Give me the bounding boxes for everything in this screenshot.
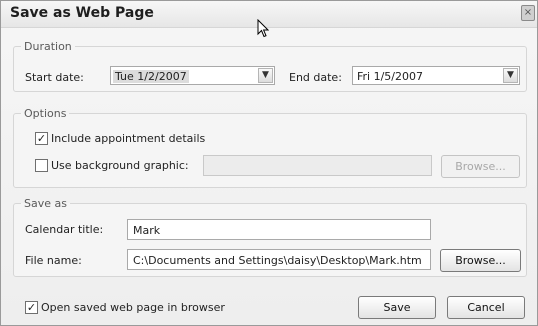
end-date-combo[interactable]: Fri 1/5/2007 ▼ (352, 66, 520, 85)
file-name-value: C:\Documents and Settings\daisy\Desktop\… (133, 254, 422, 267)
title-bar[interactable]: Save as Web Page × (1, 1, 537, 28)
end-date-label: End date: (289, 71, 342, 84)
file-browse-button[interactable]: Browse... (440, 249, 521, 272)
mouse-pointer-icon (257, 19, 269, 38)
background-graphic-path-field[interactable] (203, 155, 432, 176)
include-details-checkbox[interactable]: ✓ (35, 132, 48, 145)
file-name-input[interactable]: C:\Documents and Settings\daisy\Desktop\… (127, 249, 431, 270)
background-browse-button[interactable]: Browse... (441, 155, 520, 178)
calendar-title-input[interactable]: Mark (127, 219, 431, 240)
duration-legend: Duration (24, 40, 72, 53)
save-button[interactable]: Save (358, 296, 436, 319)
chevron-down-icon[interactable]: ▼ (258, 68, 273, 83)
start-date-label: Start date: (25, 71, 84, 84)
start-date-combo[interactable]: Tue 1/2/2007 ▼ (110, 66, 275, 85)
open-in-browser-label[interactable]: Open saved web page in browser (41, 301, 225, 314)
dialog-title: Save as Web Page (10, 5, 154, 21)
chevron-down-icon[interactable]: ▼ (503, 68, 518, 83)
save-as-web-page-dialog: Save as Web Page × Duration Start date: … (0, 0, 538, 326)
cancel-button[interactable]: Cancel (447, 296, 525, 319)
end-date-value: Fri 1/5/2007 (357, 70, 424, 83)
include-details-label[interactable]: Include appointment details (51, 132, 205, 145)
save-as-legend: Save as (24, 197, 67, 210)
background-graphic-label[interactable]: Use background graphic: (51, 159, 189, 172)
options-legend: Options (24, 107, 67, 120)
calendar-title-label: Calendar title: (25, 223, 104, 236)
file-name-label: File name: (25, 254, 82, 267)
calendar-title-value: Mark (133, 224, 161, 237)
start-date-value: Tue 1/2/2007 (113, 70, 189, 83)
open-in-browser-checkbox[interactable]: ✓ (25, 301, 38, 314)
background-graphic-checkbox[interactable] (35, 159, 48, 172)
close-icon[interactable]: × (521, 5, 535, 21)
